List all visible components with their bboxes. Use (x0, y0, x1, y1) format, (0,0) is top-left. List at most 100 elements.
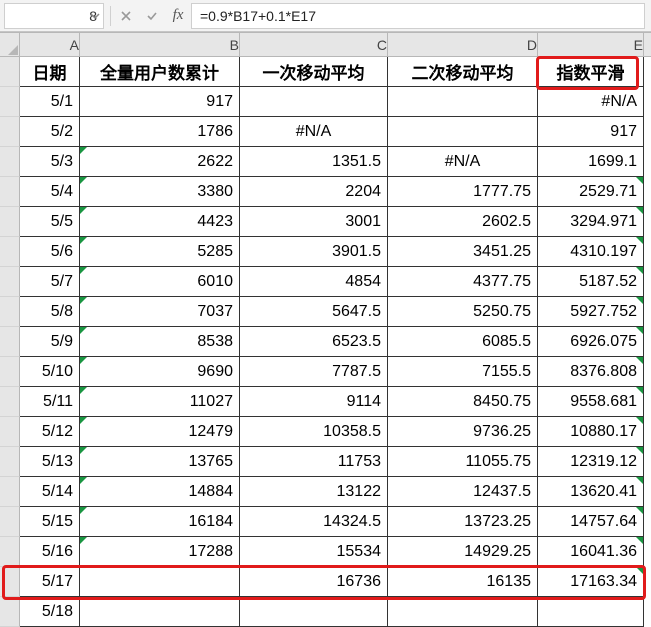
th-ma2[interactable]: 二次移动平均 (388, 57, 538, 87)
cell-total[interactable]: 4423 (80, 207, 240, 237)
cell-date[interactable]: 5/9 (20, 327, 80, 357)
cell-total[interactable]: 14884 (80, 477, 240, 507)
cell-total[interactable]: 16184 (80, 507, 240, 537)
cell-ma1[interactable]: 6523.5 (240, 327, 388, 357)
row-header[interactable] (0, 237, 20, 267)
col-header-e[interactable]: E (538, 33, 644, 56)
cell-ma1[interactable]: 5647.5 (240, 297, 388, 327)
name-box[interactable]: 8 (4, 3, 104, 29)
cell-exp[interactable]: 6926.075 (538, 327, 644, 357)
cell-ma2[interactable]: 6085.5 (388, 327, 538, 357)
cell-total[interactable]: 3380 (80, 177, 240, 207)
cell-ma1[interactable]: 16736 (240, 567, 388, 597)
cell-date[interactable]: 5/1 (20, 87, 80, 117)
cell-ma2[interactable]: 8450.75 (388, 387, 538, 417)
select-all-button[interactable] (0, 33, 20, 56)
cell-total[interactable]: 5285 (80, 237, 240, 267)
cell-date[interactable]: 5/3 (20, 147, 80, 177)
row-header[interactable] (0, 417, 20, 447)
cell-exp[interactable]: 16041.36 (538, 537, 644, 567)
cell-ma1[interactable] (240, 597, 388, 627)
col-header-a[interactable]: A (20, 33, 80, 56)
row-header[interactable] (0, 207, 20, 237)
cell-total[interactable]: 1786 (80, 117, 240, 147)
row-header[interactable] (0, 567, 20, 597)
cell-exp[interactable]: 1699.1 (538, 147, 644, 177)
cell-ma2[interactable]: 12437.5 (388, 477, 538, 507)
cell-exp[interactable]: 10880.17 (538, 417, 644, 447)
row-header[interactable] (0, 87, 20, 117)
cell-ma1[interactable]: 3001 (240, 207, 388, 237)
cell-ma2[interactable] (388, 117, 538, 147)
cell-ma2[interactable]: 13723.25 (388, 507, 538, 537)
cell-date[interactable]: 5/7 (20, 267, 80, 297)
cell-ma2[interactable]: 1777.75 (388, 177, 538, 207)
th-total[interactable]: 全量用户数累计 (80, 57, 240, 87)
formula-input[interactable]: =0.9*B17+0.1*E17 (191, 3, 645, 29)
cell-date[interactable]: 5/14 (20, 477, 80, 507)
cell-total[interactable]: 8538 (80, 327, 240, 357)
cell-ma2[interactable] (388, 87, 538, 117)
row-header[interactable] (0, 327, 20, 357)
cell-exp[interactable]: #N/A (538, 87, 644, 117)
row-header[interactable] (0, 537, 20, 567)
cell-exp[interactable]: 9558.681 (538, 387, 644, 417)
cancel-icon[interactable] (113, 3, 139, 29)
cell-exp[interactable]: 5927.752 (538, 297, 644, 327)
cell-ma1[interactable] (240, 87, 388, 117)
row-header[interactable] (0, 117, 20, 147)
cell-total[interactable]: 2622 (80, 147, 240, 177)
cell-date[interactable]: 5/4 (20, 177, 80, 207)
cell-total[interactable]: 7037 (80, 297, 240, 327)
cell-date[interactable]: 5/6 (20, 237, 80, 267)
cell-ma1[interactable]: 14324.5 (240, 507, 388, 537)
cell-ma2[interactable]: 2602.5 (388, 207, 538, 237)
cell-exp[interactable]: 13620.41 (538, 477, 644, 507)
cell-date[interactable]: 5/12 (20, 417, 80, 447)
cell-date[interactable]: 5/17 (20, 567, 80, 597)
cell-ma2[interactable]: 16135 (388, 567, 538, 597)
cell-ma1[interactable]: 13122 (240, 477, 388, 507)
th-date[interactable]: 日期 (20, 57, 80, 87)
cell-date[interactable]: 5/8 (20, 297, 80, 327)
cell-total[interactable]: 917 (80, 87, 240, 117)
cell-total[interactable] (80, 597, 240, 627)
row-header[interactable] (0, 357, 20, 387)
cell-ma1[interactable]: 11753 (240, 447, 388, 477)
row-header[interactable] (0, 297, 20, 327)
cell-total[interactable] (80, 567, 240, 597)
col-header-c[interactable]: C (240, 33, 388, 56)
enter-icon[interactable] (139, 3, 165, 29)
th-ma1[interactable]: 一次移动平均 (240, 57, 388, 87)
cell-exp[interactable]: 4310.197 (538, 237, 644, 267)
cell-exp[interactable]: 3294.971 (538, 207, 644, 237)
cell-exp[interactable]: 17163.34 (538, 567, 644, 597)
chevron-down-icon[interactable] (89, 10, 101, 22)
fx-icon[interactable]: fx (165, 3, 191, 29)
cell-total[interactable]: 17288 (80, 537, 240, 567)
cell-date[interactable]: 5/18 (20, 597, 80, 627)
row-header[interactable] (0, 267, 20, 297)
cell-ma1[interactable]: 2204 (240, 177, 388, 207)
cell-date[interactable]: 5/5 (20, 207, 80, 237)
row-header[interactable] (0, 177, 20, 207)
cell-ma1[interactable]: 7787.5 (240, 357, 388, 387)
row-header[interactable] (0, 507, 20, 537)
cell-ma1[interactable]: 4854 (240, 267, 388, 297)
cell-exp[interactable]: 5187.52 (538, 267, 644, 297)
th-exp[interactable]: 指数平滑 (538, 57, 644, 87)
cell-date[interactable]: 5/11 (20, 387, 80, 417)
col-header-b[interactable]: B (80, 33, 240, 56)
cell-exp[interactable]: 917 (538, 117, 644, 147)
cell-exp[interactable] (538, 597, 644, 627)
col-header-d[interactable]: D (388, 33, 538, 56)
row-header[interactable] (0, 597, 20, 627)
cell-date[interactable]: 5/15 (20, 507, 80, 537)
cell-ma1[interactable]: 1351.5 (240, 147, 388, 177)
cell-ma2[interactable]: 3451.25 (388, 237, 538, 267)
cell-total[interactable]: 13765 (80, 447, 240, 477)
cell-exp[interactable]: 14757.64 (538, 507, 644, 537)
row-header[interactable] (0, 477, 20, 507)
cell-date[interactable]: 5/10 (20, 357, 80, 387)
cell-ma2[interactable]: 4377.75 (388, 267, 538, 297)
